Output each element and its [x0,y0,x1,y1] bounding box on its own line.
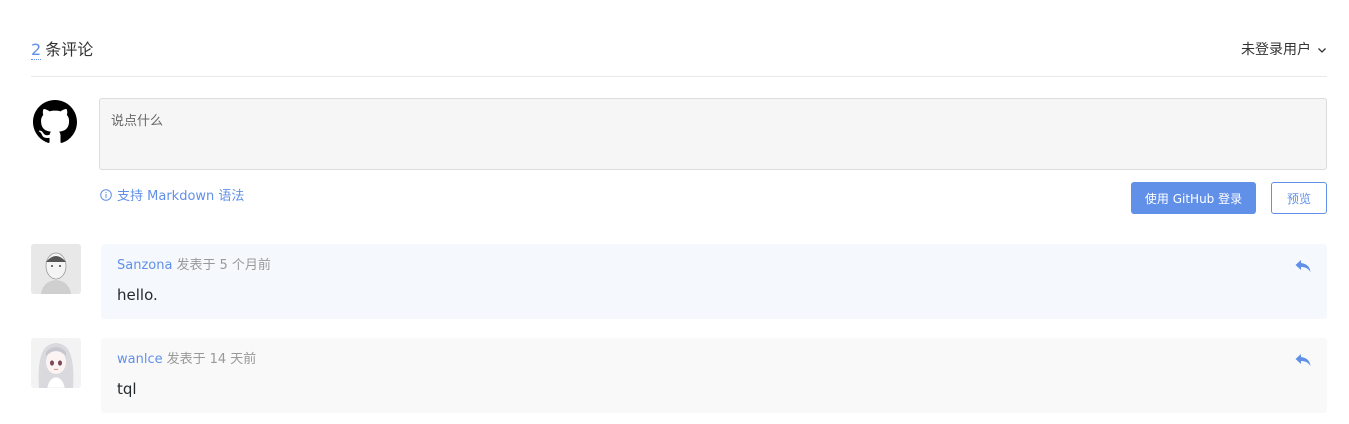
comment-count: 2 条评论 [31,39,93,61]
user-menu-dropdown[interactable]: 未登录用户 [1241,39,1327,61]
anime-avatar-icon [31,338,81,388]
comment-body: hello. [117,286,158,304]
comment-time: 5 个月前 [219,258,271,273]
comment-item: Sanzona 发表于 5 个月前 hello. [31,244,1327,319]
avatar[interactable] [31,338,81,388]
reply-icon[interactable] [1295,259,1311,273]
comment-count-number: 2 [31,40,42,60]
github-login-button[interactable]: 使用 GitHub 登录 [1131,182,1256,214]
user-menu-label: 未登录用户 [1241,42,1311,58]
comment-input[interactable] [99,98,1327,170]
preview-button[interactable]: 预览 [1271,182,1327,214]
avatar[interactable] [31,244,81,294]
comment-bubble: wanlce 发表于 14 天前 tql [101,338,1327,413]
chevron-down-icon [1318,48,1326,53]
comment-time: 14 天前 [209,352,257,367]
comment-action: 发表于 [176,258,216,273]
comment-author[interactable]: Sanzona [117,258,172,273]
comment-author[interactable]: wanlce [117,352,163,367]
comment-meta: wanlce 发表于 14 天前 [117,352,256,368]
comment-editor: 支持 Markdown 语法 使用 GitHub 登录 预览 [31,98,1327,218]
comment-bubble: Sanzona 发表于 5 个月前 hello. [101,244,1327,319]
comment-count-label: 条评论 [45,40,94,59]
info-icon [100,188,112,201]
comment-body: tql [117,380,137,398]
markdown-tip-label: 支持 Markdown 语法 [117,189,245,204]
github-icon [33,100,77,143]
comment-item: wanlce 发表于 14 天前 tql [31,338,1327,413]
markdown-tip-link[interactable]: 支持 Markdown 语法 [100,185,244,204]
comment-meta: Sanzona 发表于 5 个月前 [117,258,271,274]
comments-header: 2 条评论 未登录用户 [31,0,1327,77]
reply-icon[interactable] [1295,353,1311,367]
comment-action: 发表于 [166,352,206,367]
user-photo-icon [31,244,81,294]
